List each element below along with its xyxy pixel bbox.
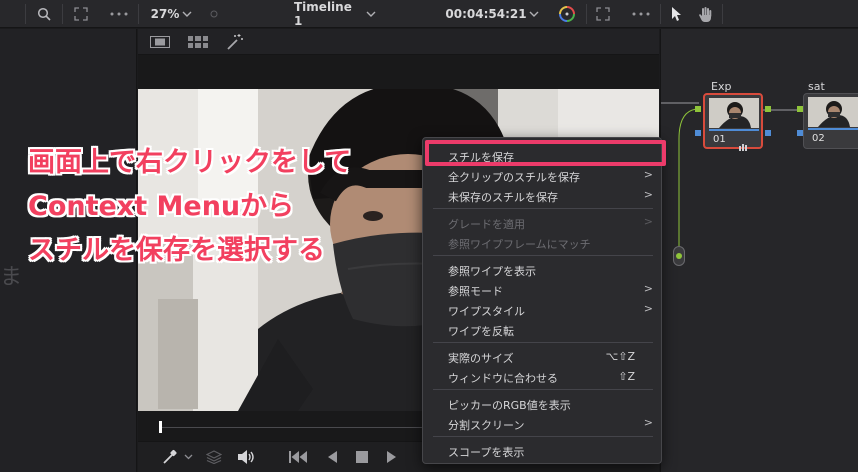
menu-separator bbox=[433, 342, 653, 343]
menu-item-show-picker-rgb[interactable]: ピッカーのRGB値を表示 bbox=[423, 393, 663, 413]
node-input-rgb[interactable] bbox=[695, 106, 701, 112]
node-thumbnail bbox=[709, 98, 759, 128]
menu-item-save-all-clip-stills[interactable]: 全クリップのスチルを保存 > bbox=[423, 165, 663, 185]
highlight-box bbox=[425, 140, 666, 166]
node-output-alpha[interactable] bbox=[765, 130, 771, 136]
toolbar-divider bbox=[138, 4, 139, 24]
speaker-icon[interactable] bbox=[235, 446, 257, 468]
single-viewer-icon[interactable] bbox=[149, 32, 171, 52]
toolbar-divider bbox=[62, 4, 63, 24]
chevron-right-icon: > bbox=[643, 416, 653, 429]
expand-icon[interactable] bbox=[70, 0, 92, 28]
shortcut-label: ⇧Z bbox=[618, 370, 635, 383]
node-output-rgb[interactable] bbox=[765, 106, 771, 112]
node-editor[interactable]: Exp sat 01 02 bbox=[660, 29, 858, 472]
node-sat[interactable]: 02 bbox=[803, 93, 858, 149]
top-toolbar: 27% Timeline 1 00:04:54:21 bbox=[0, 0, 858, 28]
menu-item-invert-wipe[interactable]: ワイプを反転 bbox=[423, 319, 663, 339]
search-icon[interactable] bbox=[33, 0, 55, 28]
menu-item-apply-grade: グレードを適用 > bbox=[448, 215, 653, 231]
partial-text: ま bbox=[0, 265, 23, 290]
toolbar-divider bbox=[586, 4, 587, 24]
chevron-down-icon[interactable] bbox=[181, 446, 195, 468]
node-stats-icon bbox=[739, 136, 749, 155]
menu-item-match-wipe-frame: 参照ワイプフレームにマッチ bbox=[448, 238, 591, 251]
stop-icon[interactable] bbox=[352, 446, 372, 468]
chevron-down-icon[interactable] bbox=[364, 0, 378, 28]
play-reverse-icon[interactable] bbox=[322, 446, 342, 468]
layers-icon[interactable] bbox=[204, 446, 224, 468]
menu-item-reference-mode[interactable]: 参照モード > bbox=[423, 279, 663, 299]
chevron-right-icon: > bbox=[643, 188, 653, 201]
annotation-line-3: スチルを保存を選択する bbox=[28, 235, 325, 266]
timeline-selector[interactable]: Timeline 1 bbox=[294, 0, 360, 28]
playhead[interactable] bbox=[159, 421, 162, 433]
annotation-line-1: 画面上で右クリックをして bbox=[28, 147, 352, 178]
chevron-right-icon: > bbox=[643, 215, 653, 228]
zoom-level[interactable]: 27% bbox=[150, 0, 180, 28]
zoom-value: 27% bbox=[150, 7, 180, 21]
menu-item-save-unsaved-stills[interactable]: 未保存のスチルを保存 > bbox=[423, 185, 663, 205]
play-icon[interactable] bbox=[382, 446, 402, 468]
node-progress-bar bbox=[709, 129, 759, 131]
menu-item-show-scopes[interactable]: スコープを表示 bbox=[423, 440, 663, 460]
menu-separator bbox=[433, 389, 653, 390]
timecode-value: 00:04:54:21 bbox=[445, 7, 527, 21]
chevron-right-icon: > bbox=[643, 302, 653, 315]
gallery-icon[interactable] bbox=[186, 32, 210, 52]
viewer-toolbar bbox=[138, 29, 659, 55]
pointer-icon[interactable] bbox=[668, 0, 686, 28]
node-input-alpha[interactable] bbox=[695, 130, 701, 136]
menu-item-split-screen[interactable]: 分割スクリーン > bbox=[423, 413, 663, 433]
indicator-dot-icon bbox=[208, 0, 220, 28]
node-label: Exp bbox=[711, 80, 732, 93]
chevron-right-icon: > bbox=[643, 282, 653, 295]
chevron-right-icon: > bbox=[643, 168, 653, 181]
timecode-display: 00:04:54:21 bbox=[445, 0, 527, 28]
node-thumbnail bbox=[808, 97, 858, 127]
menu-item-fit-to-window[interactable]: ウィンドウに合わせる ⇧Z bbox=[423, 366, 663, 386]
node-number: 02 bbox=[812, 133, 825, 144]
menu-item-show-reference-wipe[interactable]: 参照ワイプを表示 bbox=[423, 259, 663, 279]
node-exp[interactable]: 01 bbox=[703, 93, 763, 151]
skip-back-icon[interactable] bbox=[286, 446, 310, 468]
eyedropper-icon[interactable] bbox=[160, 446, 180, 468]
menu-separator bbox=[433, 255, 653, 256]
magic-wand-icon[interactable] bbox=[223, 32, 247, 52]
toolbar-divider bbox=[25, 4, 26, 24]
toolbar-divider bbox=[660, 4, 661, 24]
chevron-down-icon[interactable] bbox=[527, 0, 541, 28]
color-wheel-icon[interactable] bbox=[556, 0, 578, 28]
more-icon[interactable] bbox=[106, 0, 132, 28]
menu-item-wipe-style[interactable]: ワイプスタイル > bbox=[423, 299, 663, 319]
hand-icon[interactable] bbox=[694, 0, 716, 28]
alpha-output-handle[interactable] bbox=[673, 246, 685, 266]
more-icon[interactable] bbox=[628, 0, 654, 28]
shortcut-label: ⌥⇧Z bbox=[605, 350, 635, 363]
timeline-name: Timeline 1 bbox=[294, 0, 352, 28]
node-progress-bar bbox=[808, 128, 858, 130]
menu-separator bbox=[433, 436, 653, 437]
node-label: sat bbox=[808, 80, 825, 93]
chevron-down-icon[interactable] bbox=[180, 0, 194, 28]
menu-separator bbox=[433, 208, 653, 209]
annotation-line-2: Context Menuから bbox=[28, 191, 295, 222]
node-number: 01 bbox=[713, 134, 726, 145]
toolbar-divider bbox=[722, 4, 723, 24]
expand-icon[interactable] bbox=[592, 0, 614, 28]
context-menu: スチルを保存 全クリップのスチルを保存 > 未保存のスチルを保存 > グレードを… bbox=[422, 137, 662, 464]
menu-item-actual-size[interactable]: 実際のサイズ ⌥⇧Z bbox=[423, 346, 663, 366]
